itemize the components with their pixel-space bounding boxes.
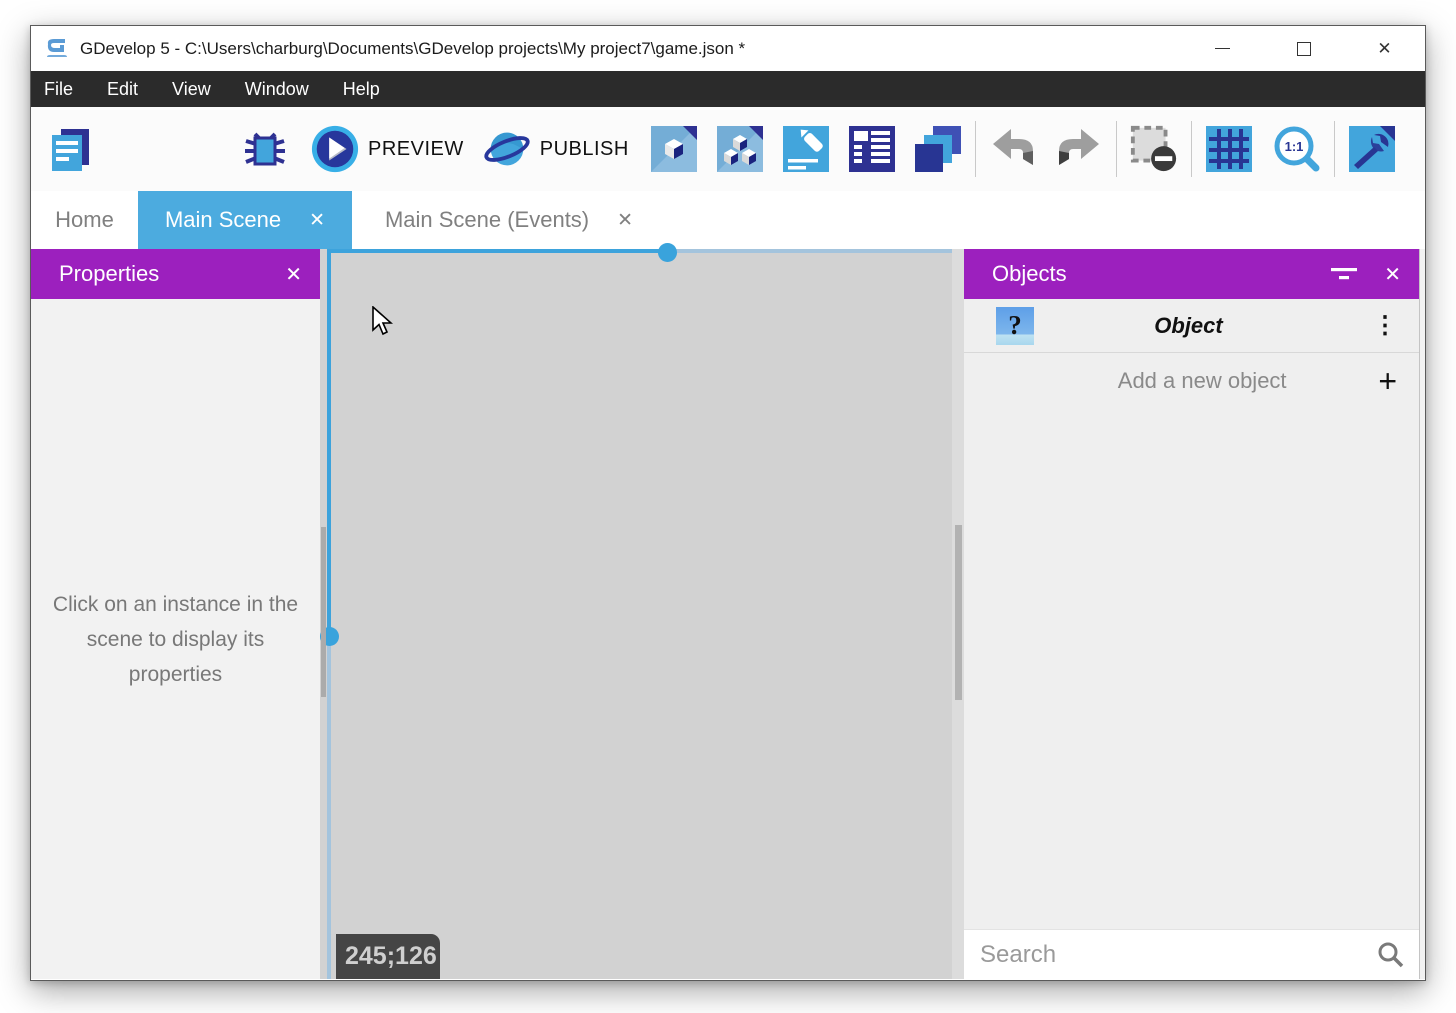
toolbar-separator bbox=[975, 121, 976, 177]
toolbar-separator bbox=[1334, 121, 1335, 177]
menu-file[interactable]: File bbox=[31, 71, 90, 107]
scene-properties-button[interactable] bbox=[781, 123, 831, 175]
tab-close-icon[interactable]: ✕ bbox=[617, 209, 633, 232]
properties-title: Properties bbox=[59, 261, 267, 287]
tab-home[interactable]: Home bbox=[31, 191, 138, 249]
publish-globe-icon bbox=[482, 123, 532, 175]
preview-button[interactable] bbox=[310, 123, 360, 175]
tab-bar: Home Main Scene ✕ Main Scene (Events) ✕ bbox=[31, 191, 1425, 249]
mouse-cursor-icon bbox=[371, 306, 393, 338]
gdevelop-window: GDevelop 5 - C:\Users\charburg\Documents… bbox=[30, 25, 1426, 981]
redo-icon bbox=[1055, 125, 1103, 173]
publish-label[interactable]: PUBLISH bbox=[540, 138, 629, 161]
resize-handle-top[interactable] bbox=[658, 243, 677, 262]
debug-button[interactable] bbox=[240, 123, 290, 175]
edit-pencil-icon bbox=[782, 125, 830, 173]
menu-bar: File Edit View Window Help bbox=[31, 71, 1425, 107]
toolbar: PREVIEW PUBLISH bbox=[31, 107, 1425, 191]
properties-header: Properties ✕ bbox=[31, 249, 320, 299]
tab-label: Home bbox=[55, 207, 114, 233]
minimize-icon bbox=[1215, 48, 1230, 50]
object-cube-icon bbox=[650, 125, 698, 173]
menu-help[interactable]: Help bbox=[326, 71, 397, 107]
scene-window-border-left bbox=[327, 249, 331, 636]
title-bar: GDevelop 5 - C:\Users\charburg\Documents… bbox=[31, 26, 1425, 71]
properties-panel: Properties ✕ Click on an instance in the… bbox=[31, 249, 320, 979]
toolbar-separator bbox=[1191, 121, 1192, 177]
scene-window-border-left bbox=[327, 636, 331, 979]
minimize-button[interactable] bbox=[1182, 26, 1263, 71]
toolbar-separator bbox=[1116, 121, 1117, 177]
cursor-coordinates-tooltip: 245;126 bbox=[336, 934, 440, 979]
instances-list-icon bbox=[848, 125, 896, 173]
canvas-scrollbar-track bbox=[952, 249, 964, 979]
close-icon: ✕ bbox=[1377, 40, 1391, 57]
properties-body: Click on an instance in the scene to dis… bbox=[31, 299, 320, 979]
layers-button[interactable] bbox=[913, 123, 963, 175]
maximize-icon bbox=[1297, 42, 1311, 56]
objects-panel-gutter bbox=[1419, 249, 1425, 979]
properties-empty-message: Click on an instance in the scene to dis… bbox=[47, 587, 305, 692]
add-object-plus-icon[interactable]: + bbox=[1378, 365, 1397, 397]
canvas-vertical-scrollbar-left[interactable] bbox=[321, 527, 326, 697]
undo-button[interactable] bbox=[988, 123, 1038, 175]
add-object-label: Add a new object bbox=[1026, 368, 1378, 394]
tab-main-scene-events[interactable]: Main Scene (Events) ✕ bbox=[352, 191, 666, 249]
objects-header: Objects ✕ bbox=[964, 249, 1419, 299]
object-menu-icon[interactable]: ⋮ bbox=[1373, 314, 1397, 338]
maximize-button[interactable] bbox=[1263, 26, 1344, 71]
grid-icon bbox=[1205, 125, 1253, 173]
deselect-button[interactable] bbox=[1129, 123, 1179, 175]
layers-icon bbox=[913, 124, 963, 174]
filter-icon[interactable] bbox=[1330, 264, 1358, 284]
unknown-object-icon: ? bbox=[996, 307, 1034, 345]
objects-close-icon[interactable]: ✕ bbox=[1384, 262, 1401, 287]
menu-window[interactable]: Window bbox=[228, 71, 326, 107]
grid-button[interactable] bbox=[1204, 123, 1254, 175]
tab-main-scene[interactable]: Main Scene ✕ bbox=[138, 191, 352, 249]
redo-button[interactable] bbox=[1054, 123, 1104, 175]
play-icon bbox=[310, 123, 360, 175]
main-content: Properties ✕ Click on an instance in the… bbox=[31, 249, 1425, 979]
project-manager-button[interactable] bbox=[45, 123, 95, 175]
object-row[interactable]: ? Object ⋮ bbox=[964, 299, 1419, 353]
object-name: Object bbox=[1034, 313, 1343, 339]
instances-list-button[interactable] bbox=[847, 123, 897, 175]
objects-editor-button[interactable] bbox=[649, 123, 699, 175]
search-icon[interactable] bbox=[1375, 940, 1405, 970]
menu-edit[interactable]: Edit bbox=[90, 71, 155, 107]
objects-title: Objects bbox=[992, 261, 1330, 287]
close-button[interactable]: ✕ bbox=[1344, 26, 1425, 71]
svg-text:1:1: 1:1 bbox=[1284, 139, 1303, 154]
objects-panel: Objects ✕ ? Object ⋮ Add a new object + bbox=[964, 249, 1419, 979]
objects-search-bar bbox=[964, 929, 1419, 979]
scene-canvas[interactable]: 245;126 bbox=[320, 249, 964, 979]
objects-search-input[interactable] bbox=[980, 941, 1375, 969]
menu-view[interactable]: View bbox=[155, 71, 228, 107]
publish-button[interactable] bbox=[482, 123, 532, 175]
debug-bug-icon bbox=[240, 124, 290, 174]
deselect-mask-icon bbox=[1129, 123, 1179, 175]
tab-close-icon[interactable]: ✕ bbox=[309, 209, 325, 232]
gdevelop-logo-icon bbox=[44, 36, 70, 62]
zoom-one-to-one-button[interactable]: 1:1 bbox=[1272, 123, 1322, 175]
settings-button[interactable] bbox=[1347, 123, 1397, 175]
wrench-icon bbox=[1348, 125, 1396, 173]
zoom-one-to-one-icon: 1:1 bbox=[1272, 124, 1322, 174]
scene-window-border-top bbox=[667, 249, 952, 253]
project-manager-icon bbox=[45, 124, 95, 174]
tab-label: Main Scene (Events) bbox=[385, 207, 589, 233]
scene-window-border-top bbox=[327, 249, 667, 253]
preview-label[interactable]: PREVIEW bbox=[368, 138, 464, 161]
window-title: GDevelop 5 - C:\Users\charburg\Documents… bbox=[80, 39, 745, 59]
canvas-vertical-scrollbar-thumb[interactable] bbox=[955, 525, 962, 700]
object-groups-icon bbox=[716, 125, 764, 173]
properties-close-icon[interactable]: ✕ bbox=[285, 262, 302, 287]
object-groups-button[interactable] bbox=[715, 123, 765, 175]
undo-icon bbox=[989, 125, 1037, 173]
tab-label: Main Scene bbox=[165, 207, 281, 233]
add-object-row[interactable]: Add a new object + bbox=[964, 353, 1419, 408]
